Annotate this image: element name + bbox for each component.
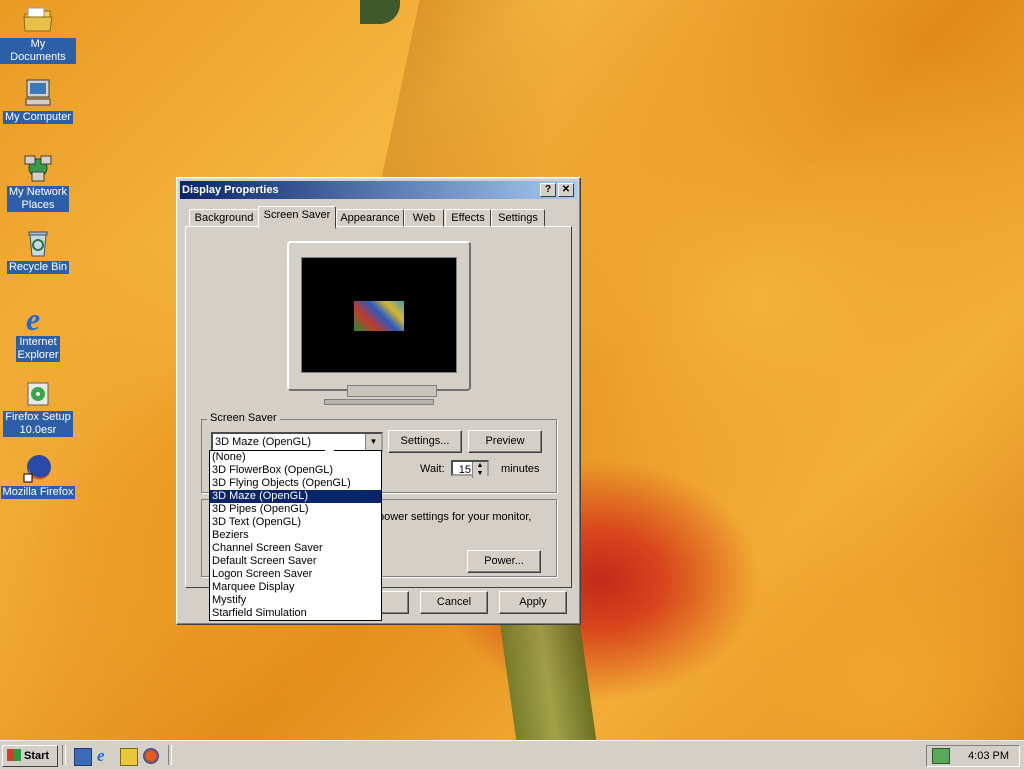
clock[interactable]: 4:03 PM	[968, 746, 1009, 766]
cancel-button[interactable]: Cancel	[420, 591, 488, 614]
desktop-icon-label: Mozilla Firefox	[0, 486, 76, 499]
windows-logo-icon	[7, 749, 21, 761]
svg-text:e: e	[26, 302, 40, 334]
firefox-icon	[22, 452, 54, 484]
screen-saver-dropdown-list[interactable]: (None) 3D FlowerBox (OpenGL) 3D Flying Obj…	[209, 450, 382, 621]
dropdown-option[interactable]: Starfield Simulation	[210, 607, 381, 620]
start-label: Start	[24, 750, 50, 762]
maze-preview-image	[354, 301, 404, 331]
desktop-icon-label: My Documents	[0, 38, 76, 64]
desktop-icon-my-computer[interactable]: My Computer	[0, 77, 76, 124]
computer-icon	[22, 77, 54, 109]
desktop-background: My Documents My Computer My Network Place…	[0, 0, 1024, 740]
monitor-preview	[287, 241, 471, 391]
group-label: Screen Saver	[207, 412, 280, 424]
network-tray-icon[interactable]	[932, 748, 950, 764]
spinner-arrows-icon[interactable]: ▲ ▼	[472, 462, 487, 478]
firefox-icon[interactable]	[143, 748, 159, 764]
dropdown-option[interactable]: Mystify	[210, 594, 381, 607]
chevron-down-icon[interactable]: ▼	[365, 434, 381, 450]
desktop-icon-firefox-setup[interactable]: Firefox Setup 10.0esr	[0, 377, 76, 437]
wait-spinner[interactable]: 15 ▲ ▼	[451, 460, 489, 478]
wallpaper-leaf	[360, 0, 400, 24]
dropdown-option[interactable]: 3D Flying Objects (OpenGL)	[210, 477, 381, 490]
network-icon	[22, 152, 54, 184]
desktop-icon-label: Recycle Bin	[6, 261, 70, 274]
minutes-label: minutes	[501, 463, 540, 475]
monitor-stand	[347, 385, 437, 397]
dropdown-option[interactable]: 3D Maze (OpenGL)	[210, 490, 381, 503]
dropdown-option[interactable]: Beziers	[210, 529, 381, 542]
close-button[interactable]: ✕	[558, 183, 574, 197]
taskbar-separator	[168, 745, 172, 765]
settings-button[interactable]: Settings...	[388, 430, 462, 453]
taskbar-separator	[62, 745, 66, 765]
show-desktop-icon[interactable]	[74, 748, 92, 766]
tab-screen-saver[interactable]: Screen Saver	[258, 206, 336, 229]
dropdown-option[interactable]: (None)	[210, 451, 381, 464]
wait-label: Wait:	[420, 463, 445, 475]
power-description: power settings for your monitor,	[378, 511, 532, 523]
desktop-icon-my-network-places[interactable]: My Network Places	[0, 152, 76, 212]
dropdown-option[interactable]: 3D Pipes (OpenGL)	[210, 503, 381, 516]
internet-explorer-icon[interactable]: e	[97, 747, 113, 764]
window-titlebar[interactable]: Display Properties ? ✕	[180, 181, 577, 199]
dropdown-option[interactable]: Default Screen Saver	[210, 555, 381, 568]
dropdown-option[interactable]: Channel Screen Saver	[210, 542, 381, 555]
monitor-foot	[324, 399, 434, 405]
internet-explorer-icon: e	[22, 301, 54, 337]
dropdown-option[interactable]: 3D Text (OpenGL)	[210, 516, 381, 529]
help-button[interactable]: ?	[540, 183, 556, 197]
taskbar: Start e 4:03 PM	[0, 740, 1024, 769]
desktop-icon-label: My Network Places	[6, 186, 70, 212]
preview-screen	[301, 257, 457, 373]
dropdown-option[interactable]: 3D FlowerBox (OpenGL)	[210, 464, 381, 477]
folder-icon	[22, 4, 54, 36]
desktop-icon-mozilla-firefox[interactable]: Mozilla Firefox	[0, 452, 76, 499]
wait-value: 15	[458, 464, 471, 476]
system-tray: 4:03 PM	[926, 745, 1020, 767]
recycle-bin-icon	[22, 227, 54, 259]
preview-button[interactable]: Preview	[468, 430, 542, 453]
window-title: Display Properties	[182, 184, 279, 196]
installer-icon	[22, 377, 54, 409]
desktop-icon-recycle-bin[interactable]: Recycle Bin	[0, 227, 76, 274]
apply-button[interactable]: Apply	[499, 591, 567, 614]
selected-saver: 3D Maze (OpenGL)	[215, 436, 311, 448]
channels-icon[interactable]	[120, 748, 138, 766]
dropdown-option[interactable]: Logon Screen Saver	[210, 568, 381, 581]
screen-saver-select[interactable]: 3D Maze (OpenGL) ▼	[211, 432, 383, 452]
desktop-icon-label: Internet Explorer	[15, 336, 61, 362]
desktop-icon-label: My Computer	[2, 111, 74, 124]
power-button[interactable]: Power...	[467, 550, 541, 573]
start-button[interactable]: Start	[2, 745, 58, 767]
desktop-icon-label: Firefox Setup 10.0esr	[3, 411, 73, 437]
display-properties-window: Display Properties ? ✕ Background Screen…	[176, 177, 581, 625]
desktop-icon-my-documents[interactable]: My Documents	[0, 4, 76, 64]
dropdown-option[interactable]: Marquee Display	[210, 581, 381, 594]
desktop-icon-internet-explorer[interactable]: e Internet Explorer	[0, 301, 76, 362]
